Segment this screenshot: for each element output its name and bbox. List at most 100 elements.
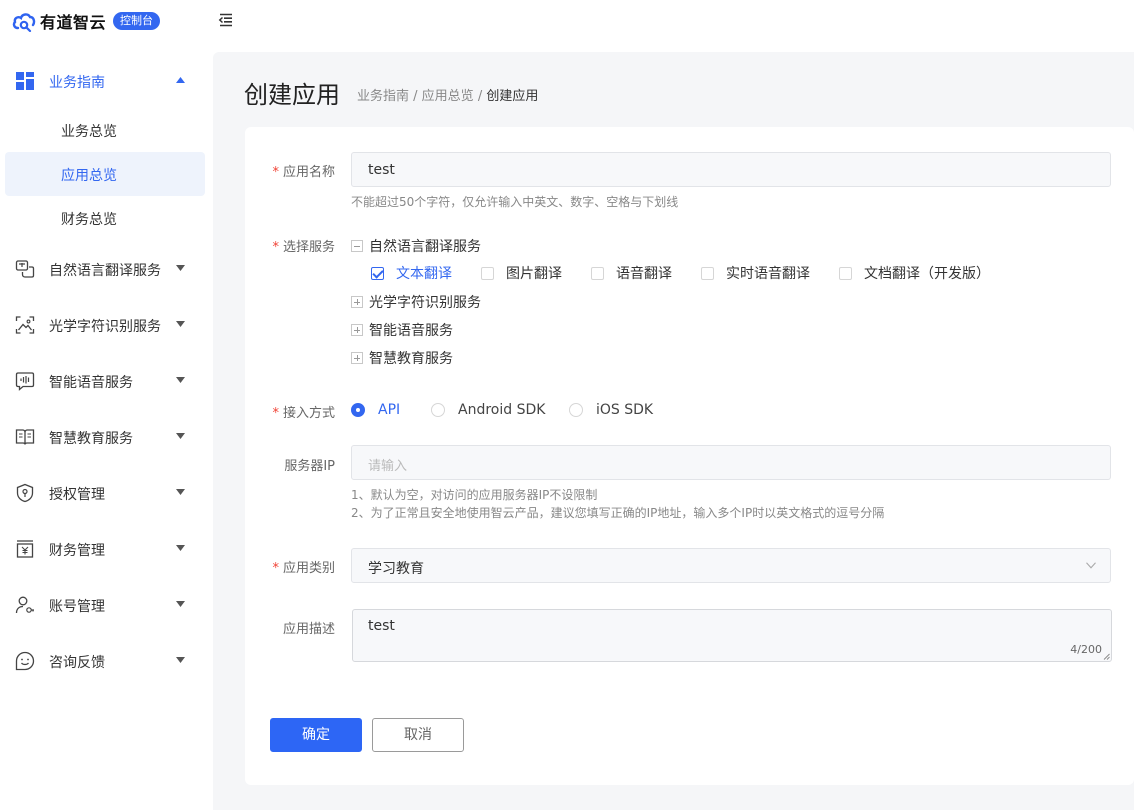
sidebar-group-ocr[interactable]: 光学字符识别服务 [0, 297, 212, 353]
access-option-ios-sdk[interactable]: iOS SDK [569, 402, 653, 418]
caret-up-icon [176, 77, 185, 83]
description-label-text: 应用描述 [282, 622, 335, 637]
checkbox[interactable] [839, 266, 852, 280]
service-option-speech-translation[interactable]: 语音翻译 [591, 263, 672, 283]
yen-icon [16, 540, 34, 558]
shield-icon [16, 483, 34, 503]
sidebar-group-label: 咨询反馈 [49, 655, 105, 671]
sidebar-item-label: 财务总览 [61, 212, 117, 228]
smile-chat-icon [15, 651, 35, 671]
logo[interactable]: 有道智云 控制台 [12, 9, 161, 33]
server-ip-hint-2: 2、为了正常且安全地使用智云产品，建议您填写正确的IP地址，输入多个IP时以英文… [351, 506, 885, 520]
caret-down-icon [176, 489, 185, 495]
category-label: * 应用类别 [245, 557, 335, 576]
app-name-hint: 不能超过50个字符，仅允许输入中英文、数字、空格与下划线 [351, 195, 679, 209]
resize-handle-icon[interactable] [1103, 653, 1110, 660]
service-group-ocr[interactable]: 光学字符识别服务 [351, 292, 481, 312]
checkbox[interactable] [701, 266, 714, 280]
breadcrumb-link-app-overview[interactable]: 应用总览 [422, 89, 474, 104]
caret-down-icon [176, 321, 185, 327]
voice-icon [15, 372, 35, 391]
collapse-minus-icon[interactable] [351, 240, 363, 252]
breadcrumb: 业务指南 / 应用总览 / 创建应用 [357, 85, 538, 104]
char-counter: 4/200 [1070, 643, 1102, 656]
services-label-text: 选择服务 [282, 240, 335, 255]
breadcrumb-current: 创建应用 [486, 89, 539, 104]
required-mark: * [272, 561, 279, 576]
radio-selected[interactable] [351, 403, 365, 417]
sidebar-group-feedback[interactable]: 咨询反馈 [0, 633, 212, 689]
service-group-education[interactable]: 智慧教育服务 [351, 348, 453, 368]
caret-down-icon [176, 601, 185, 607]
service-group-label: 自然语言翻译服务 [369, 239, 481, 255]
app-name-input[interactable]: test [351, 152, 1111, 187]
sidebar-group-translation[interactable]: 自然语言翻译服务 [0, 241, 212, 297]
radio[interactable] [569, 403, 583, 417]
sidebar-group-label: 财务管理 [49, 543, 105, 559]
service-group-label: 智慧教育服务 [369, 351, 453, 367]
sidebar-group-account[interactable]: 账号管理 [0, 577, 212, 633]
sidebar-item-business-overview[interactable]: 业务总览 [5, 108, 205, 152]
sidebar-group-education[interactable]: 智慧教育服务 [0, 409, 212, 465]
confirm-button[interactable]: 确定 [270, 718, 362, 752]
chevron-down-icon [1086, 562, 1096, 569]
service-group-label: 智能语音服务 [369, 323, 453, 339]
sidebar-item-label: 业务总览 [61, 124, 117, 140]
sidebar-group-authorization[interactable]: 授权管理 [0, 465, 212, 521]
service-group-label: 光学字符识别服务 [369, 295, 481, 311]
access-option-android-sdk[interactable]: Android SDK [431, 402, 545, 418]
cancel-button[interactable]: 取消 [372, 718, 464, 752]
service-option-text-translation[interactable]: 文本翻译 [371, 263, 452, 283]
top-bar: 有道智云 控制台 [0, 0, 1134, 42]
service-option-realtime-speech-translation[interactable]: 实时语音翻译 [701, 263, 810, 283]
main-content: 创建应用 业务指南 / 应用总览 / 创建应用 * 应用名称 test 不能超过5… [213, 52, 1134, 810]
sidebar-item-finance-overview[interactable]: 财务总览 [5, 196, 205, 240]
checkbox[interactable] [591, 266, 604, 280]
sidebar-group-label: 授权管理 [49, 487, 105, 503]
app-name-label-text: 应用名称 [282, 165, 335, 180]
breadcrumb-separator: / [473, 89, 487, 104]
service-option-document-translation[interactable]: 文档翻译（开发版） [839, 263, 990, 283]
category-select[interactable]: 学习教育 [351, 548, 1111, 583]
translate-icon [15, 260, 35, 278]
required-mark: * [272, 165, 279, 180]
caret-down-icon [176, 433, 185, 439]
service-group-voice[interactable]: 智能语音服务 [351, 320, 453, 340]
page-title: 创建应用 [244, 81, 340, 109]
service-group-translation[interactable]: 自然语言翻译服务 [351, 236, 481, 256]
book-icon [15, 429, 35, 445]
service-option-image-translation[interactable]: 图片翻译 [481, 263, 562, 283]
server-ip-label-text: 服务器IP [284, 459, 335, 474]
grid-icon [16, 72, 34, 90]
expand-plus-icon[interactable] [351, 296, 363, 308]
radio-label: iOS SDK [596, 402, 654, 418]
image-scan-icon [15, 316, 35, 334]
checkbox-label: 文档翻译（开发版） [864, 266, 990, 282]
breadcrumb-separator: / [409, 89, 422, 104]
checkbox[interactable] [481, 266, 494, 280]
sidebar-group-finance[interactable]: 财务管理 [0, 521, 212, 577]
server-ip-label: 服务器IP [245, 455, 335, 474]
sidebar-group-voice[interactable]: 智能语音服务 [0, 353, 212, 409]
access-option-api[interactable]: API [351, 402, 400, 418]
sidebar-item-app-overview[interactable]: 应用总览 [5, 152, 205, 196]
expand-plus-icon[interactable] [351, 352, 363, 364]
caret-down-icon [176, 657, 185, 663]
server-ip-input[interactable]: 请输入 [351, 445, 1111, 480]
description-value: test [368, 618, 395, 634]
access-label-text: 接入方式 [282, 406, 335, 421]
logo-text: 有道智云 [40, 13, 107, 32]
description-textarea[interactable]: test 4/200 [352, 609, 1112, 662]
sidebar-group-business-guide[interactable]: 业务指南 [0, 53, 212, 109]
breadcrumb-link-business-guide[interactable]: 业务指南 [357, 89, 409, 104]
console-badge[interactable]: 控制台 [113, 12, 161, 30]
caret-down-icon [176, 265, 185, 271]
sidebar-group-label: 智能语音服务 [49, 375, 133, 391]
radio[interactable] [431, 403, 445, 417]
collapse-sidebar-icon[interactable] [218, 12, 234, 28]
checkbox-checked[interactable] [371, 266, 384, 280]
expand-plus-icon[interactable] [351, 324, 363, 336]
caret-down-icon [176, 377, 185, 383]
sidebar-group-label: 自然语言翻译服务 [49, 263, 161, 279]
radio-label: Android SDK [458, 402, 546, 418]
